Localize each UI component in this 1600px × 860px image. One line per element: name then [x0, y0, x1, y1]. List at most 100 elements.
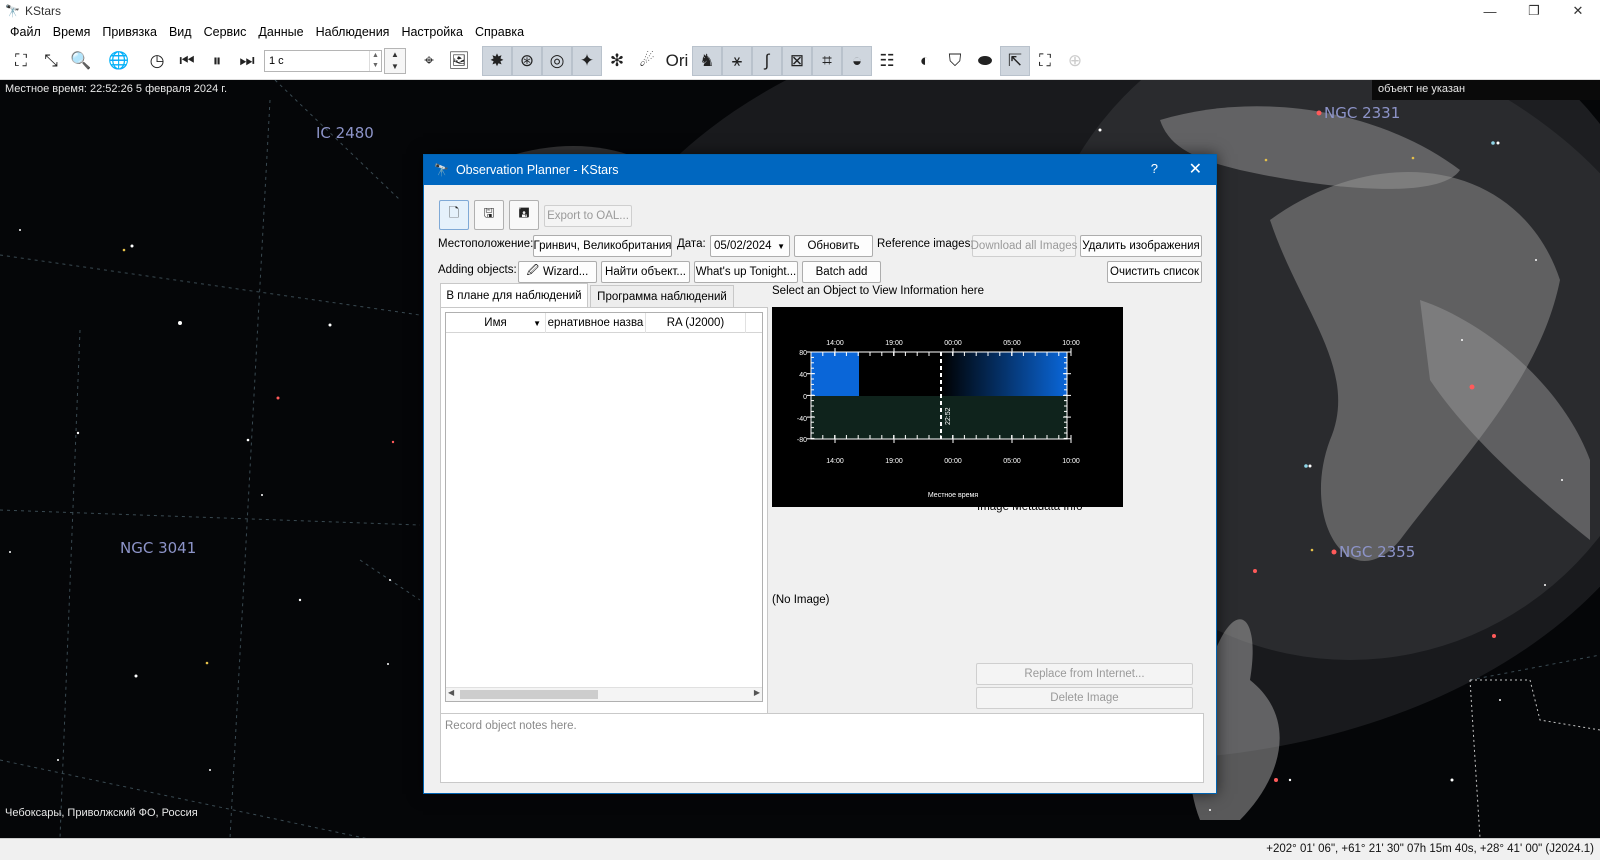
- pause-icon[interactable]: ⏸: [202, 46, 232, 76]
- replace-from-internet-button[interactable]: Replace from Internet...: [976, 663, 1193, 685]
- date-label: Дата:: [677, 238, 706, 250]
- column-ra[interactable]: RA (J2000): [646, 313, 746, 333]
- ellipse-icon[interactable]: ⬬: [970, 46, 1000, 76]
- minimize-button[interactable]: —: [1468, 0, 1512, 22]
- clock-icon[interactable]: ◷: [142, 46, 172, 76]
- current-time-label: 22:52: [945, 407, 952, 425]
- time-step-spin[interactable]: ▲ ▼: [369, 50, 381, 71]
- fov-icon[interactable]: ⛉: [940, 46, 970, 76]
- reference-images-label: Reference images:: [877, 238, 974, 250]
- save-as-icon[interactable]: 🖪: [509, 200, 539, 230]
- horizontal-scrollbar[interactable]: ◀ ▶: [446, 687, 762, 701]
- menu-help[interactable]: Справка: [469, 25, 530, 39]
- tab-session-plan[interactable]: В плане для наблюдений: [440, 283, 588, 307]
- scroll-left-icon[interactable]: ◀: [448, 688, 454, 697]
- location-button[interactable]: Гринвич, Великобритания: [533, 235, 672, 257]
- constellation-lines-icon[interactable]: ⚹: [722, 45, 752, 76]
- download-all-images-button[interactable]: Download all Images: [971, 235, 1077, 257]
- zoom-out-icon[interactable]: ⤡: [36, 46, 66, 76]
- menu-data[interactable]: Данные: [252, 25, 309, 39]
- sky-label-ngc2355[interactable]: NGC 2355: [1339, 543, 1415, 561]
- delete-images-button[interactable]: Удалить изображения: [1080, 235, 1202, 257]
- whats-up-tonight-button[interactable]: What's up Tonight...: [694, 261, 798, 283]
- focus-object-readout: объект не указан: [1372, 80, 1600, 100]
- menu-settings[interactable]: Настройка: [395, 25, 469, 39]
- column-name[interactable]: Имя ▼: [446, 313, 546, 333]
- save-icon[interactable]: 🖫: [474, 200, 504, 230]
- horizon-grid-icon[interactable]: ⌗: [812, 45, 842, 76]
- object-list-table[interactable]: Имя ▼ ернативное назва RA (J2000) ◀ ▶: [445, 312, 763, 702]
- find-object-icon[interactable]: 🔍: [66, 46, 96, 76]
- new-file-icon[interactable]: 🗋: [439, 200, 469, 230]
- bottom-tick-label: 14:00: [826, 458, 844, 465]
- telescope-target-icon[interactable]: ⊕: [1060, 46, 1090, 76]
- time-step-value: 1 с: [269, 54, 284, 67]
- help-button[interactable]: ?: [1151, 161, 1158, 176]
- top-tick-label: 14:00: [826, 340, 844, 347]
- scroll-right-icon[interactable]: ▶: [754, 688, 760, 697]
- dialog-titlebar[interactable]: 🔭 Observation Planner - KStars ? ✕: [424, 155, 1216, 185]
- stars-icon[interactable]: ✸: [482, 45, 512, 76]
- clear-list-button[interactable]: Очистить список: [1107, 261, 1202, 283]
- time-step-field[interactable]: 1 с ▲ ▼: [264, 49, 382, 72]
- top-tick-label: 19:00: [885, 340, 903, 347]
- below-horizon-band: [811, 396, 1067, 439]
- sky-label-ngc3041[interactable]: NGC 3041: [120, 539, 196, 557]
- y-tick-label: -40: [797, 416, 807, 423]
- observation-planner-dialog: 🔭 Observation Planner - KStars ? ✕ 🗋 🖫 🖪…: [423, 154, 1217, 794]
- time-unit-spin[interactable]: ▲ ▼: [384, 47, 406, 74]
- object-notes-field[interactable]: Record object notes here.: [440, 713, 1204, 783]
- constellation-names-icon[interactable]: Ori: [662, 46, 692, 76]
- pointer-icon[interactable]: ⇱: [1000, 45, 1030, 76]
- menu-tools[interactable]: Сервис: [198, 25, 253, 39]
- sky-label-ngc2331[interactable]: NGC 2331: [1324, 104, 1400, 122]
- sky-label-ic2480[interactable]: IC 2480: [316, 124, 374, 142]
- altitude-chart-canvas: 14:00 19:00 00:00 05:00 10:00 14:00 19:0…: [797, 340, 1080, 499]
- menu-observation[interactable]: Наблюдения: [310, 25, 396, 39]
- globe-icon[interactable]: 🌐: [104, 46, 134, 76]
- crosshair-icon[interactable]: ⌖: [414, 46, 444, 76]
- date-field[interactable]: 05/02/2024 ▼: [710, 235, 790, 257]
- refresh-button[interactable]: Обновить: [794, 235, 873, 257]
- window-title: KStars: [25, 4, 62, 18]
- column-alt-name[interactable]: ернативное назва: [546, 313, 646, 333]
- hips-icon[interactable]: ◐: [910, 46, 940, 76]
- menu-bar: Файл Время Привязка Вид Сервис Данные На…: [0, 22, 1600, 42]
- tab-wish-list[interactable]: Программа наблюдений: [590, 285, 734, 308]
- step-back-icon[interactable]: ⏮: [172, 46, 202, 76]
- deep-sky-icon[interactable]: ⊛: [512, 45, 542, 76]
- delete-image-button[interactable]: Delete Image: [976, 687, 1193, 709]
- export-oal-button[interactable]: Export to OAL...: [544, 205, 632, 227]
- step-forward-icon[interactable]: ⏭: [232, 46, 262, 76]
- menu-pointing[interactable]: Привязка: [96, 25, 163, 39]
- legend-icon[interactable]: ☷: [872, 46, 902, 76]
- ground-icon[interactable]: ◒: [842, 45, 872, 76]
- constellation-art-icon[interactable]: ♞: [692, 45, 722, 76]
- dawn-band: [941, 352, 1067, 396]
- grid-icon[interactable]: ⊠: [782, 45, 812, 76]
- menu-view[interactable]: Вид: [163, 25, 198, 39]
- adding-objects-label: Adding objects:: [438, 264, 517, 276]
- batch-add-button[interactable]: Batch add: [802, 261, 881, 283]
- scrollbar-thumb[interactable]: [460, 690, 598, 699]
- comet-icon[interactable]: ☄: [632, 46, 662, 76]
- menu-file[interactable]: Файл: [4, 25, 47, 39]
- target-icon[interactable]: ◎: [542, 45, 572, 76]
- image-icon[interactable]: 🖼: [444, 46, 474, 76]
- milky-way-icon[interactable]: ∫: [752, 45, 782, 76]
- menu-time[interactable]: Время: [47, 25, 97, 39]
- dialog-close-button[interactable]: ✕: [1189, 159, 1202, 179]
- close-window-button[interactable]: ✕: [1556, 0, 1600, 22]
- main-toolbar: ⛶ ⤡ 🔍 🌐 ◷ ⏮ ⏸ ⏭ 1 с ▲ ▼ ▲ ▼ ⌖ 🖼 ✸ ⊛ ◎ ✦ ✻ …: [0, 42, 1600, 80]
- night-band: [859, 352, 941, 396]
- satellite-icon[interactable]: ✻: [602, 46, 632, 76]
- column-name-label: Имя: [484, 317, 507, 329]
- zoom-in-icon[interactable]: ⛶: [6, 46, 36, 76]
- wand-icon: 🖉: [526, 264, 539, 277]
- frame-icon[interactable]: ⛶: [1030, 46, 1060, 76]
- y-tick-label: 40: [799, 372, 807, 379]
- find-object-button[interactable]: Найти объект...: [601, 261, 690, 283]
- sparkle-icon[interactable]: ✦: [572, 45, 602, 76]
- maximize-button[interactable]: ❐: [1512, 0, 1556, 22]
- wizard-button[interactable]: 🖉 Wizard...: [518, 261, 597, 283]
